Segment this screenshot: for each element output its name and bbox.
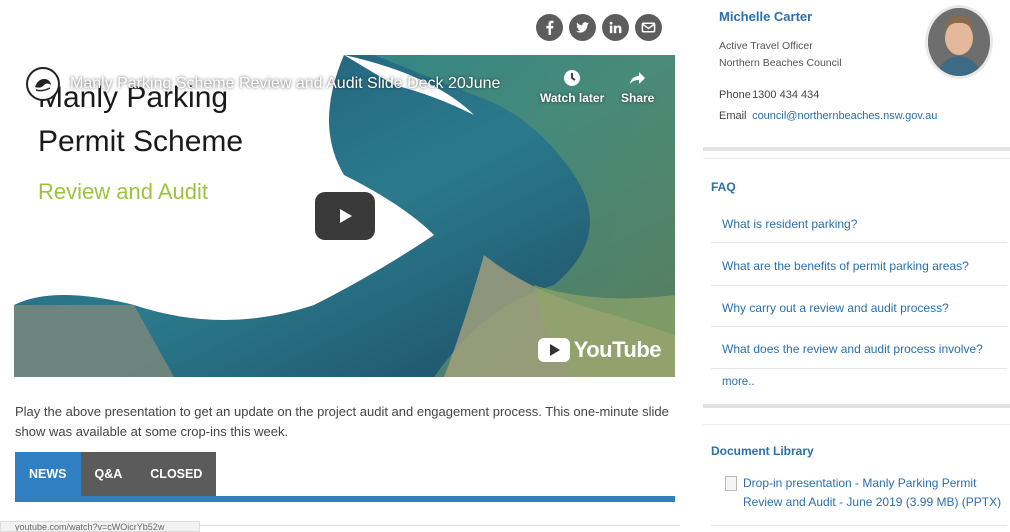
sidebar-separator bbox=[703, 158, 1010, 159]
linkedin-icon bbox=[609, 21, 622, 34]
tab-news[interactable]: NEWS bbox=[15, 452, 81, 496]
youtube-logo[interactable]: YouTube bbox=[537, 337, 662, 363]
faq-more-link[interactable]: more.. bbox=[722, 376, 755, 388]
video-share-button[interactable]: Share bbox=[621, 69, 654, 105]
content-divider bbox=[200, 525, 680, 526]
contact-card: Michelle Carter Active Travel Officer No… bbox=[703, 0, 1010, 150]
video-title[interactable]: Manly Parking Scheme Review and Audit Sl… bbox=[70, 75, 500, 93]
youtube-wordmark: YouTube bbox=[573, 337, 662, 362]
faq-title: FAQ bbox=[711, 180, 736, 194]
twitter-icon bbox=[575, 22, 590, 33]
email-link[interactable]: council@northernbeaches.nsw.gov.au bbox=[752, 110, 937, 122]
sidebar-separator bbox=[703, 147, 1010, 151]
document-file-icon bbox=[725, 476, 737, 491]
avatar-photo bbox=[928, 8, 990, 76]
document-link[interactable]: Drop-in presentation - Manly Parking Per… bbox=[743, 474, 1005, 512]
avatar bbox=[925, 5, 993, 79]
document-divider bbox=[711, 525, 1007, 526]
email-label: Email bbox=[719, 110, 747, 122]
faq-item[interactable]: What are the benefits of permit parking … bbox=[711, 259, 1007, 273]
faq-item[interactable]: What does the review and audit process i… bbox=[711, 342, 1007, 356]
news-tabs: NEWS Q&A CLOSED bbox=[15, 452, 217, 496]
tabs-underline bbox=[15, 496, 675, 502]
contact-organisation: Northern Beaches Council bbox=[719, 57, 842, 69]
contact-phone: Phone 1300 434 434 bbox=[719, 89, 819, 101]
sidebar-separator bbox=[703, 424, 1010, 425]
channel-logo-icon bbox=[35, 79, 51, 92]
faq-item[interactable]: What is resident parking? bbox=[711, 217, 1007, 231]
facebook-share-button[interactable] bbox=[536, 14, 563, 41]
share-label: Share bbox=[621, 91, 655, 105]
play-icon bbox=[340, 209, 352, 223]
youtube-play-icon bbox=[537, 338, 570, 362]
share-arrow-icon bbox=[629, 72, 645, 84]
faq-divider bbox=[711, 368, 1007, 369]
contact-role: Active Travel Officer Northern Beaches C… bbox=[719, 38, 842, 72]
phone-number[interactable]: 1300 434 434 bbox=[752, 89, 819, 101]
linkedin-share-button[interactable] bbox=[602, 14, 629, 41]
faq-divider bbox=[711, 242, 1007, 243]
faq-divider bbox=[711, 285, 1007, 286]
contact-email: Email council@northernbeaches.nsw.gov.au bbox=[719, 110, 937, 122]
sidebar-separator bbox=[703, 404, 1010, 408]
share-bar bbox=[536, 14, 662, 41]
email-share-button[interactable] bbox=[635, 14, 662, 41]
channel-logo[interactable] bbox=[26, 67, 60, 101]
twitter-share-button[interactable] bbox=[569, 14, 596, 41]
slide-subtitle: Review and Audit bbox=[38, 179, 208, 204]
facebook-icon bbox=[546, 20, 554, 35]
slide-heading-line2: Permit Scheme bbox=[38, 125, 244, 158]
watch-later-label: Watch later bbox=[540, 91, 605, 105]
clock-icon bbox=[564, 70, 581, 86]
document-library-title: Document Library bbox=[711, 444, 814, 458]
email-icon bbox=[641, 22, 656, 33]
faq-item[interactable]: Why carry out a review and audit process… bbox=[711, 301, 1007, 315]
tab-closed[interactable]: CLOSED bbox=[136, 452, 217, 496]
video-player[interactable]: Manly Parking Permit Scheme Review and A… bbox=[14, 55, 675, 377]
watch-later-button[interactable]: Watch later bbox=[540, 69, 604, 105]
contact-title: Active Travel Officer bbox=[719, 40, 813, 52]
tab-qa[interactable]: Q&A bbox=[80, 452, 137, 496]
video-description: Play the above presentation to get an up… bbox=[15, 404, 669, 439]
faq-divider bbox=[711, 326, 1007, 327]
status-bar-url: youtube.com/watch?v=cWOicrYb52w bbox=[0, 521, 200, 532]
play-button[interactable] bbox=[315, 192, 375, 240]
contact-name: Michelle Carter bbox=[719, 9, 813, 24]
phone-label: Phone bbox=[719, 89, 751, 101]
